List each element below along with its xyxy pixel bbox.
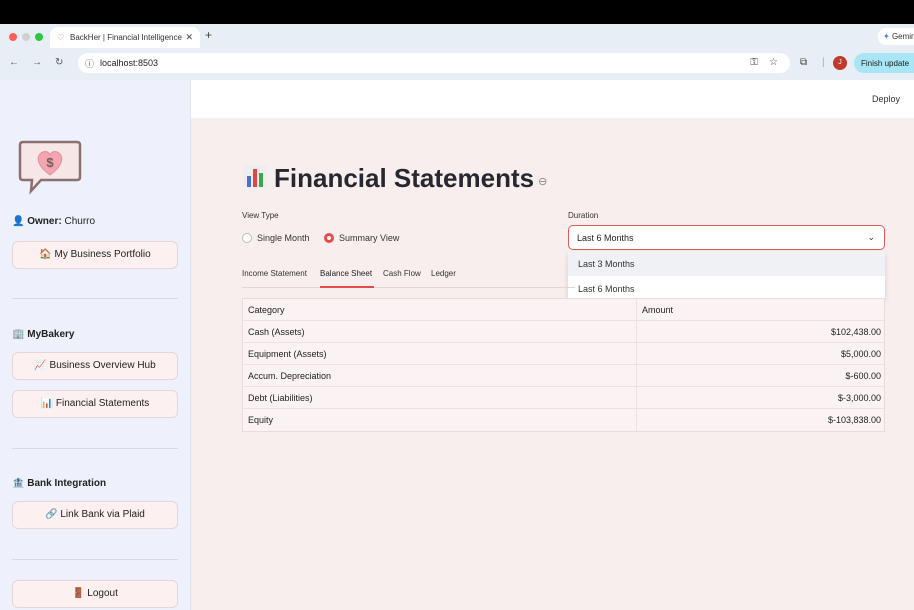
- sidebar-divider: [12, 559, 178, 560]
- table-cell-amount: $-103,838.00: [827, 415, 881, 425]
- duration-option-last-3-months[interactable]: Last 3 Months: [568, 251, 885, 276]
- back-icon[interactable]: ←: [9, 57, 19, 68]
- tab-balance-sheet[interactable]: Balance Sheet: [320, 269, 372, 278]
- radio-label: Single Month: [257, 233, 310, 243]
- radio-circle-selected: [324, 233, 334, 243]
- browser-tab[interactable]: ♡ BackHer | Financial Intelligence ✕: [50, 27, 200, 48]
- column-header-category: Category: [248, 305, 285, 315]
- sidebar-divider: [12, 298, 178, 299]
- table-cell-category: Equity: [248, 415, 274, 425]
- tab-ledger[interactable]: Ledger: [431, 269, 456, 278]
- owner-label: Owner:: [27, 216, 62, 227]
- toolbar-separator: |: [822, 57, 825, 68]
- table-cell-amount: $5,000.00: [840, 349, 881, 359]
- chevron-down-icon: ⌄: [867, 232, 875, 242]
- sidebar: $ 👤 Owner: Churro 🏠 My Business Portfoli…: [0, 80, 191, 610]
- browser-chrome: ♡ BackHer | Financial Intelligence ✕ + ✦…: [0, 24, 914, 80]
- bank-icon: 🏦: [12, 478, 25, 489]
- bank-heading-text: Bank Integration: [27, 478, 107, 489]
- sparkle-icon: ✦: [883, 32, 890, 41]
- gemini-label: Gemini: [891, 32, 914, 41]
- statement-tabs: Income Statement Balance Sheet Cash Flow…: [242, 264, 575, 288]
- duration-select[interactable]: Last 6 Months ⌄: [568, 225, 885, 250]
- table-row: Accum. Depreciation $-600.00: [243, 365, 884, 387]
- new-tab-icon[interactable]: +: [205, 28, 212, 42]
- duration-dropdown-menu: Last 3 Months Last 6 Months: [568, 251, 885, 301]
- close-window-icon[interactable]: [9, 33, 17, 41]
- tab-income-statement[interactable]: Income Statement: [242, 269, 307, 278]
- bookmark-star-icon[interactable]: ☆: [769, 57, 778, 68]
- page-title: Financial Statements ⊖: [242, 163, 547, 194]
- heart-favicon-icon: ♡: [57, 33, 65, 42]
- logout-button[interactable]: 🚪 Logout: [12, 580, 178, 608]
- radio-circle: [242, 233, 252, 243]
- radio-single-month[interactable]: Single Month: [242, 233, 310, 243]
- sidebar-divider: [12, 448, 178, 449]
- my-business-portfolio-button[interactable]: 🏠 My Business Portfolio: [12, 241, 178, 269]
- balance-sheet-table: Category Amount Cash (Assets) $102,438.0…: [242, 298, 885, 432]
- svg-text:$: $: [46, 155, 54, 170]
- owner-info: 👤 Owner: Churro: [12, 216, 95, 227]
- app-header: Deploy: [191, 80, 914, 118]
- gemini-button[interactable]: ✦ Gemini: [878, 28, 914, 45]
- link-bank-plaid-button[interactable]: 🔗 Link Bank via Plaid: [12, 501, 178, 529]
- table-cell-category: Equipment (Assets): [248, 349, 327, 359]
- site-info-icon[interactable]: ⓘ: [85, 57, 94, 70]
- heart-money-logo-icon: $: [18, 140, 82, 195]
- forward-icon[interactable]: →: [32, 57, 42, 68]
- table-row: Equity $-103,838.00: [243, 409, 884, 431]
- page-title-text: Financial Statements: [274, 163, 535, 193]
- tab-title: BackHer | Financial Intelligence: [70, 33, 182, 42]
- reading-mode-icon[interactable]: ⧉: [800, 57, 807, 68]
- table-cell-amount: $-600.00: [845, 371, 881, 381]
- table-row: Equipment (Assets) $5,000.00: [243, 343, 884, 365]
- view-type-label: View Type: [242, 211, 279, 220]
- maximize-window-icon[interactable]: [35, 33, 43, 41]
- anchor-link-icon[interactable]: ⊖: [538, 176, 547, 188]
- table-cell-category: Debt (Liabilities): [248, 393, 313, 403]
- table-cell-category: Accum. Depreciation: [248, 371, 332, 381]
- user-icon: 👤: [12, 216, 25, 227]
- profile-avatar[interactable]: J: [833, 56, 847, 70]
- table-header-row: Category Amount: [243, 299, 884, 321]
- deploy-button[interactable]: Deploy: [872, 94, 900, 104]
- reload-icon[interactable]: ↻: [55, 57, 63, 68]
- table-row: Debt (Liabilities) $-3,000.00: [243, 387, 884, 409]
- close-tab-icon[interactable]: ✕: [185, 32, 193, 43]
- minimize-window-icon[interactable]: [22, 33, 30, 41]
- business-heading-text: MyBakery: [27, 329, 75, 340]
- browser-toolbar: ← → ↻ ⓘ localhost:8503 ⚿ ☆ ⧉ | J Finish …: [0, 51, 914, 77]
- radio-summary-view[interactable]: Summary View: [324, 233, 399, 243]
- finish-update-button[interactable]: Finish update: [854, 53, 914, 73]
- address-bar[interactable]: ⓘ localhost:8503 ⚿ ☆: [78, 53, 790, 73]
- financial-statements-button[interactable]: 📊 Financial Statements: [12, 390, 178, 418]
- column-header-amount: Amount: [642, 305, 674, 315]
- url-text: localhost:8503: [100, 58, 159, 68]
- table-cell-amount: $102,438.00: [830, 327, 881, 337]
- duration-label: Duration: [568, 211, 599, 220]
- active-tab-indicator: [320, 286, 374, 288]
- duration-selected-value: Last 6 Months: [577, 233, 634, 243]
- main-content: Financial Statements ⊖ View Type Single M…: [191, 118, 914, 610]
- business-overview-hub-button[interactable]: 📈 Business Overview Hub: [12, 352, 178, 380]
- business-heading: 🏢 MyBakery: [12, 329, 75, 340]
- password-key-icon[interactable]: ⚿: [750, 57, 758, 68]
- tab-cash-flow[interactable]: Cash Flow: [383, 269, 421, 278]
- radio-label: Summary View: [339, 233, 400, 243]
- tab-bar: ♡ BackHer | Financial Intelligence ✕ + ✦…: [0, 24, 914, 48]
- bank-integration-heading: 🏦 Bank Integration: [12, 478, 106, 489]
- owner-name: Churro: [64, 216, 96, 227]
- table-row: Cash (Assets) $102,438.00: [243, 321, 884, 343]
- office-building-icon: 🏢: [12, 329, 25, 340]
- table-cell-amount: $-3,000.00: [837, 393, 881, 403]
- table-cell-category: Cash (Assets): [248, 327, 305, 337]
- bar-chart-icon: [243, 165, 267, 189]
